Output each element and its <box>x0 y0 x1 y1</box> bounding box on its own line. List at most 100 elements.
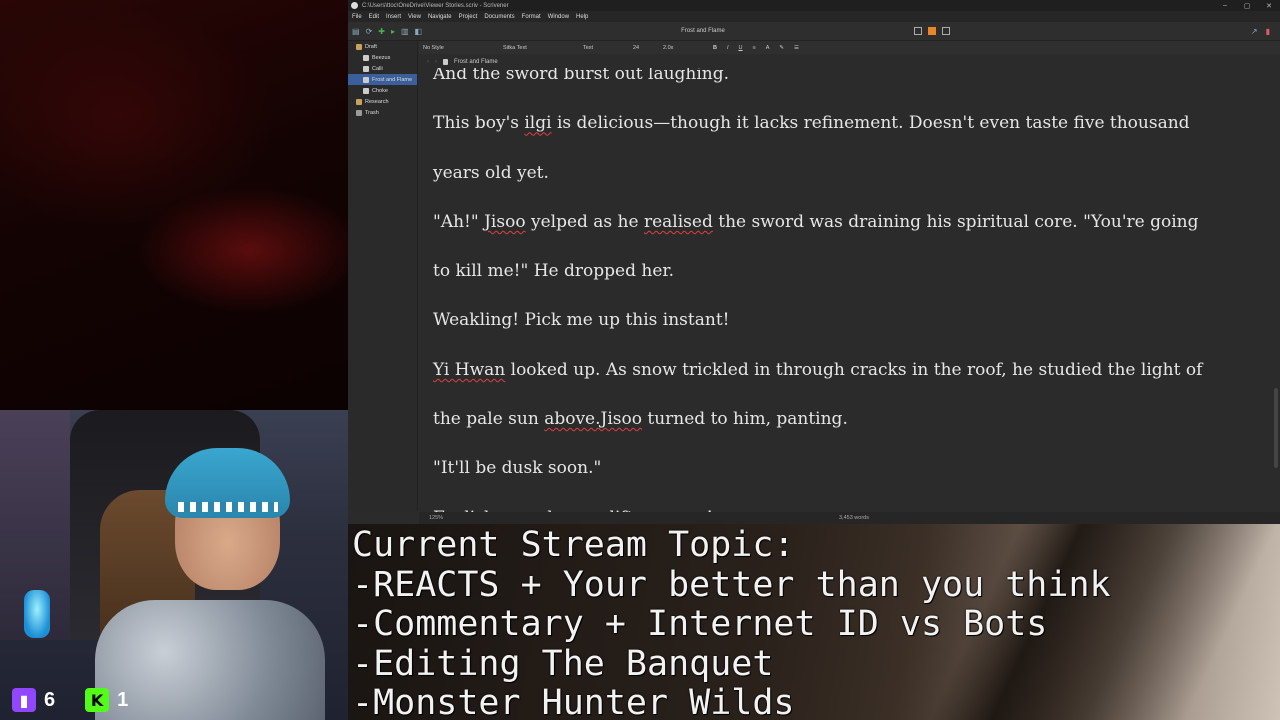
menu-project[interactable]: Project <box>459 14 478 20</box>
underline-icon[interactable]: U <box>739 45 743 51</box>
style-select[interactable]: No Style <box>423 45 493 51</box>
bookmark-icon[interactable]: ▮ <box>1266 27 1270 36</box>
quick-reference-icon[interactable]: ◧ <box>415 27 423 36</box>
editor-line: Yi Hwan looked up. As snow trickled in t… <box>433 359 1203 380</box>
menu-edit[interactable]: Edit <box>369 14 379 20</box>
twitch-icon: ▮ <box>12 688 36 712</box>
corkboard-view-button[interactable] <box>928 27 936 35</box>
kick-viewer-count: 1 <box>117 688 129 711</box>
editor-line: "Ah!" Jisoo yelped as he realised the sw… <box>433 211 1199 232</box>
close-button[interactable]: ✕ <box>1258 2 1280 10</box>
viewer-counts: ▮ 6 K 1 <box>12 688 150 712</box>
stream-topic-item: -Monster Hunter Wilds <box>352 683 795 720</box>
trash-icon[interactable]: ▥ <box>401 27 409 36</box>
editor-line: And the sword burst out laughing. <box>433 68 730 84</box>
folder-icon <box>356 98 362 105</box>
title-bar: C:\Users\ttoc\OneDrive\Viewer Stories.sc… <box>348 0 1280 11</box>
bold-icon[interactable]: B <box>713 45 717 51</box>
webcam-feed <box>0 410 348 720</box>
font-weight-select[interactable]: Text <box>583 45 623 51</box>
document-icon <box>363 76 369 83</box>
scrivenings-view-button[interactable] <box>914 27 922 35</box>
zoom-level[interactable]: 125% <box>429 515 443 521</box>
document-icon <box>363 87 369 94</box>
trash-icon <box>356 109 362 116</box>
toolbar-document-title: Frost and Flame <box>681 28 725 34</box>
webcam-background-top <box>0 0 348 410</box>
misspelled-word: realised <box>643 211 713 232</box>
editor-line: years old yet. <box>433 162 549 183</box>
forward-arrow-icon[interactable]: › <box>435 59 437 65</box>
misspelled-word: Jisoo <box>484 211 526 232</box>
editor-footer: 125% 3,453 words <box>419 512 1280 524</box>
list-icon[interactable]: ☰ <box>794 45 799 51</box>
binder-item-choke[interactable]: Choke <box>348 85 417 96</box>
manuscript-text[interactable]: And the sword burst out laughing. This b… <box>433 68 1253 512</box>
stream-topic-heading: Current Stream Topic: <box>352 525 795 565</box>
stream-topic-item: -Editing The Banquet <box>352 643 774 684</box>
add-folder-icon[interactable]: ▸ <box>391 27 395 36</box>
menu-documents[interactable]: Documents <box>484 14 514 20</box>
binder-item-research[interactable]: Research <box>348 96 417 107</box>
scrivener-window: C:\Users\ttoc\OneDrive\Viewer Stories.sc… <box>348 0 1280 524</box>
window-title: C:\Users\ttoc\OneDrive\Viewer Stories.sc… <box>362 2 509 9</box>
color-icon[interactable]: A <box>766 45 770 51</box>
editor-header-title: Frost and Flame <box>454 58 498 65</box>
editor-line: This boy's ilgi is delicious—though it l… <box>433 113 1190 134</box>
add-document-icon[interactable]: ✚ <box>378 27 385 36</box>
editor-line: Weakling! Pick me up this instant! <box>433 310 730 331</box>
misspelled-word: ilgi <box>524 113 552 134</box>
minimize-button[interactable]: – <box>1214 2 1236 9</box>
binder-item-frost-and-flame[interactable]: Frost and Flame <box>348 74 417 85</box>
editor-scrollbar[interactable] <box>1272 68 1280 512</box>
stream-topic-item: -Commentary + Internet ID vs Bots <box>352 604 1048 644</box>
binder-item-trash[interactable]: Trash <box>348 107 417 118</box>
back-arrow-icon[interactable]: ‹ <box>427 59 429 65</box>
word-count: 3,453 words <box>839 515 869 521</box>
twitch-viewer-count: 6 <box>44 688 56 711</box>
document-icon <box>363 65 369 72</box>
document-icon <box>443 58 448 65</box>
font-family-select[interactable]: Sitka Text <box>503 45 573 51</box>
editor-text-area[interactable]: And the sword burst out laughing. This b… <box>419 68 1272 512</box>
font-size-select[interactable]: 24 <box>633 45 653 51</box>
editor-header-bar: ‹ › Frost and Flame <box>419 55 1280 68</box>
binder-item-beezus[interactable]: Beezus <box>348 52 417 63</box>
stream-topic-overlay: Current Stream Topic: -REACTS + Your bet… <box>348 524 1280 720</box>
misspelled-word: above.Jisoo <box>544 409 642 430</box>
beanie-teeth-pattern <box>178 502 278 512</box>
editor-line: the pale sun above.Jisoo turned to him, … <box>433 409 848 430</box>
menu-window[interactable]: Window <box>548 14 569 20</box>
align-icon[interactable]: ≡ <box>753 45 756 51</box>
menu-file[interactable]: File <box>352 14 362 20</box>
stream-topic-item: -REACTS + Your better than you think <box>352 564 1111 605</box>
menu-navigate[interactable]: Navigate <box>428 14 452 20</box>
scrollbar-thumb[interactable] <box>1274 388 1278 468</box>
main-toolbar: ▤ ⟳ ✚ ▸ ▥ ◧ Frost and Flame ↗ ▮ <box>348 22 1280 41</box>
highlight-icon[interactable]: ✎ <box>779 45 784 51</box>
folder-icon <box>356 43 362 50</box>
line-spacing-select[interactable]: 2.0x <box>663 45 703 51</box>
scrivener-app-icon <box>351 2 358 9</box>
sync-icon[interactable]: ⟳ <box>366 27 373 36</box>
menu-view[interactable]: View <box>408 14 421 20</box>
maximize-button[interactable]: ▢ <box>1236 2 1258 10</box>
editor-line: Foolish swordsman, lift me now! <box>433 494 1253 512</box>
share-icon[interactable]: ↗ <box>1251 27 1258 36</box>
editor-line: "It'll be dusk soon." <box>433 458 602 479</box>
menu-help[interactable]: Help <box>576 14 588 20</box>
kick-icon: K <box>85 688 110 712</box>
editor-line: to kill me!" He dropped her. <box>433 261 675 282</box>
menu-format[interactable]: Format <box>522 14 541 20</box>
stream-topic-list: Current Stream Topic: -REACTS + Your bet… <box>352 525 1111 720</box>
italic-icon[interactable]: I <box>727 45 729 51</box>
menu-insert[interactable]: Insert <box>386 14 401 20</box>
binder-sidebar: Draft Beezus Calli Frost and Flame Choke… <box>348 41 418 511</box>
binder-item-draft[interactable]: Draft <box>348 41 417 52</box>
menu-bar: File Edit Insert View Navigate Project D… <box>348 11 1280 22</box>
outline-view-button[interactable] <box>942 27 950 35</box>
document-icon <box>363 54 369 61</box>
misspelled-word: Yi Hwan <box>433 359 506 380</box>
binder-toggle-icon[interactable]: ▤ <box>352 27 360 36</box>
binder-item-calli[interactable]: Calli <box>348 63 417 74</box>
